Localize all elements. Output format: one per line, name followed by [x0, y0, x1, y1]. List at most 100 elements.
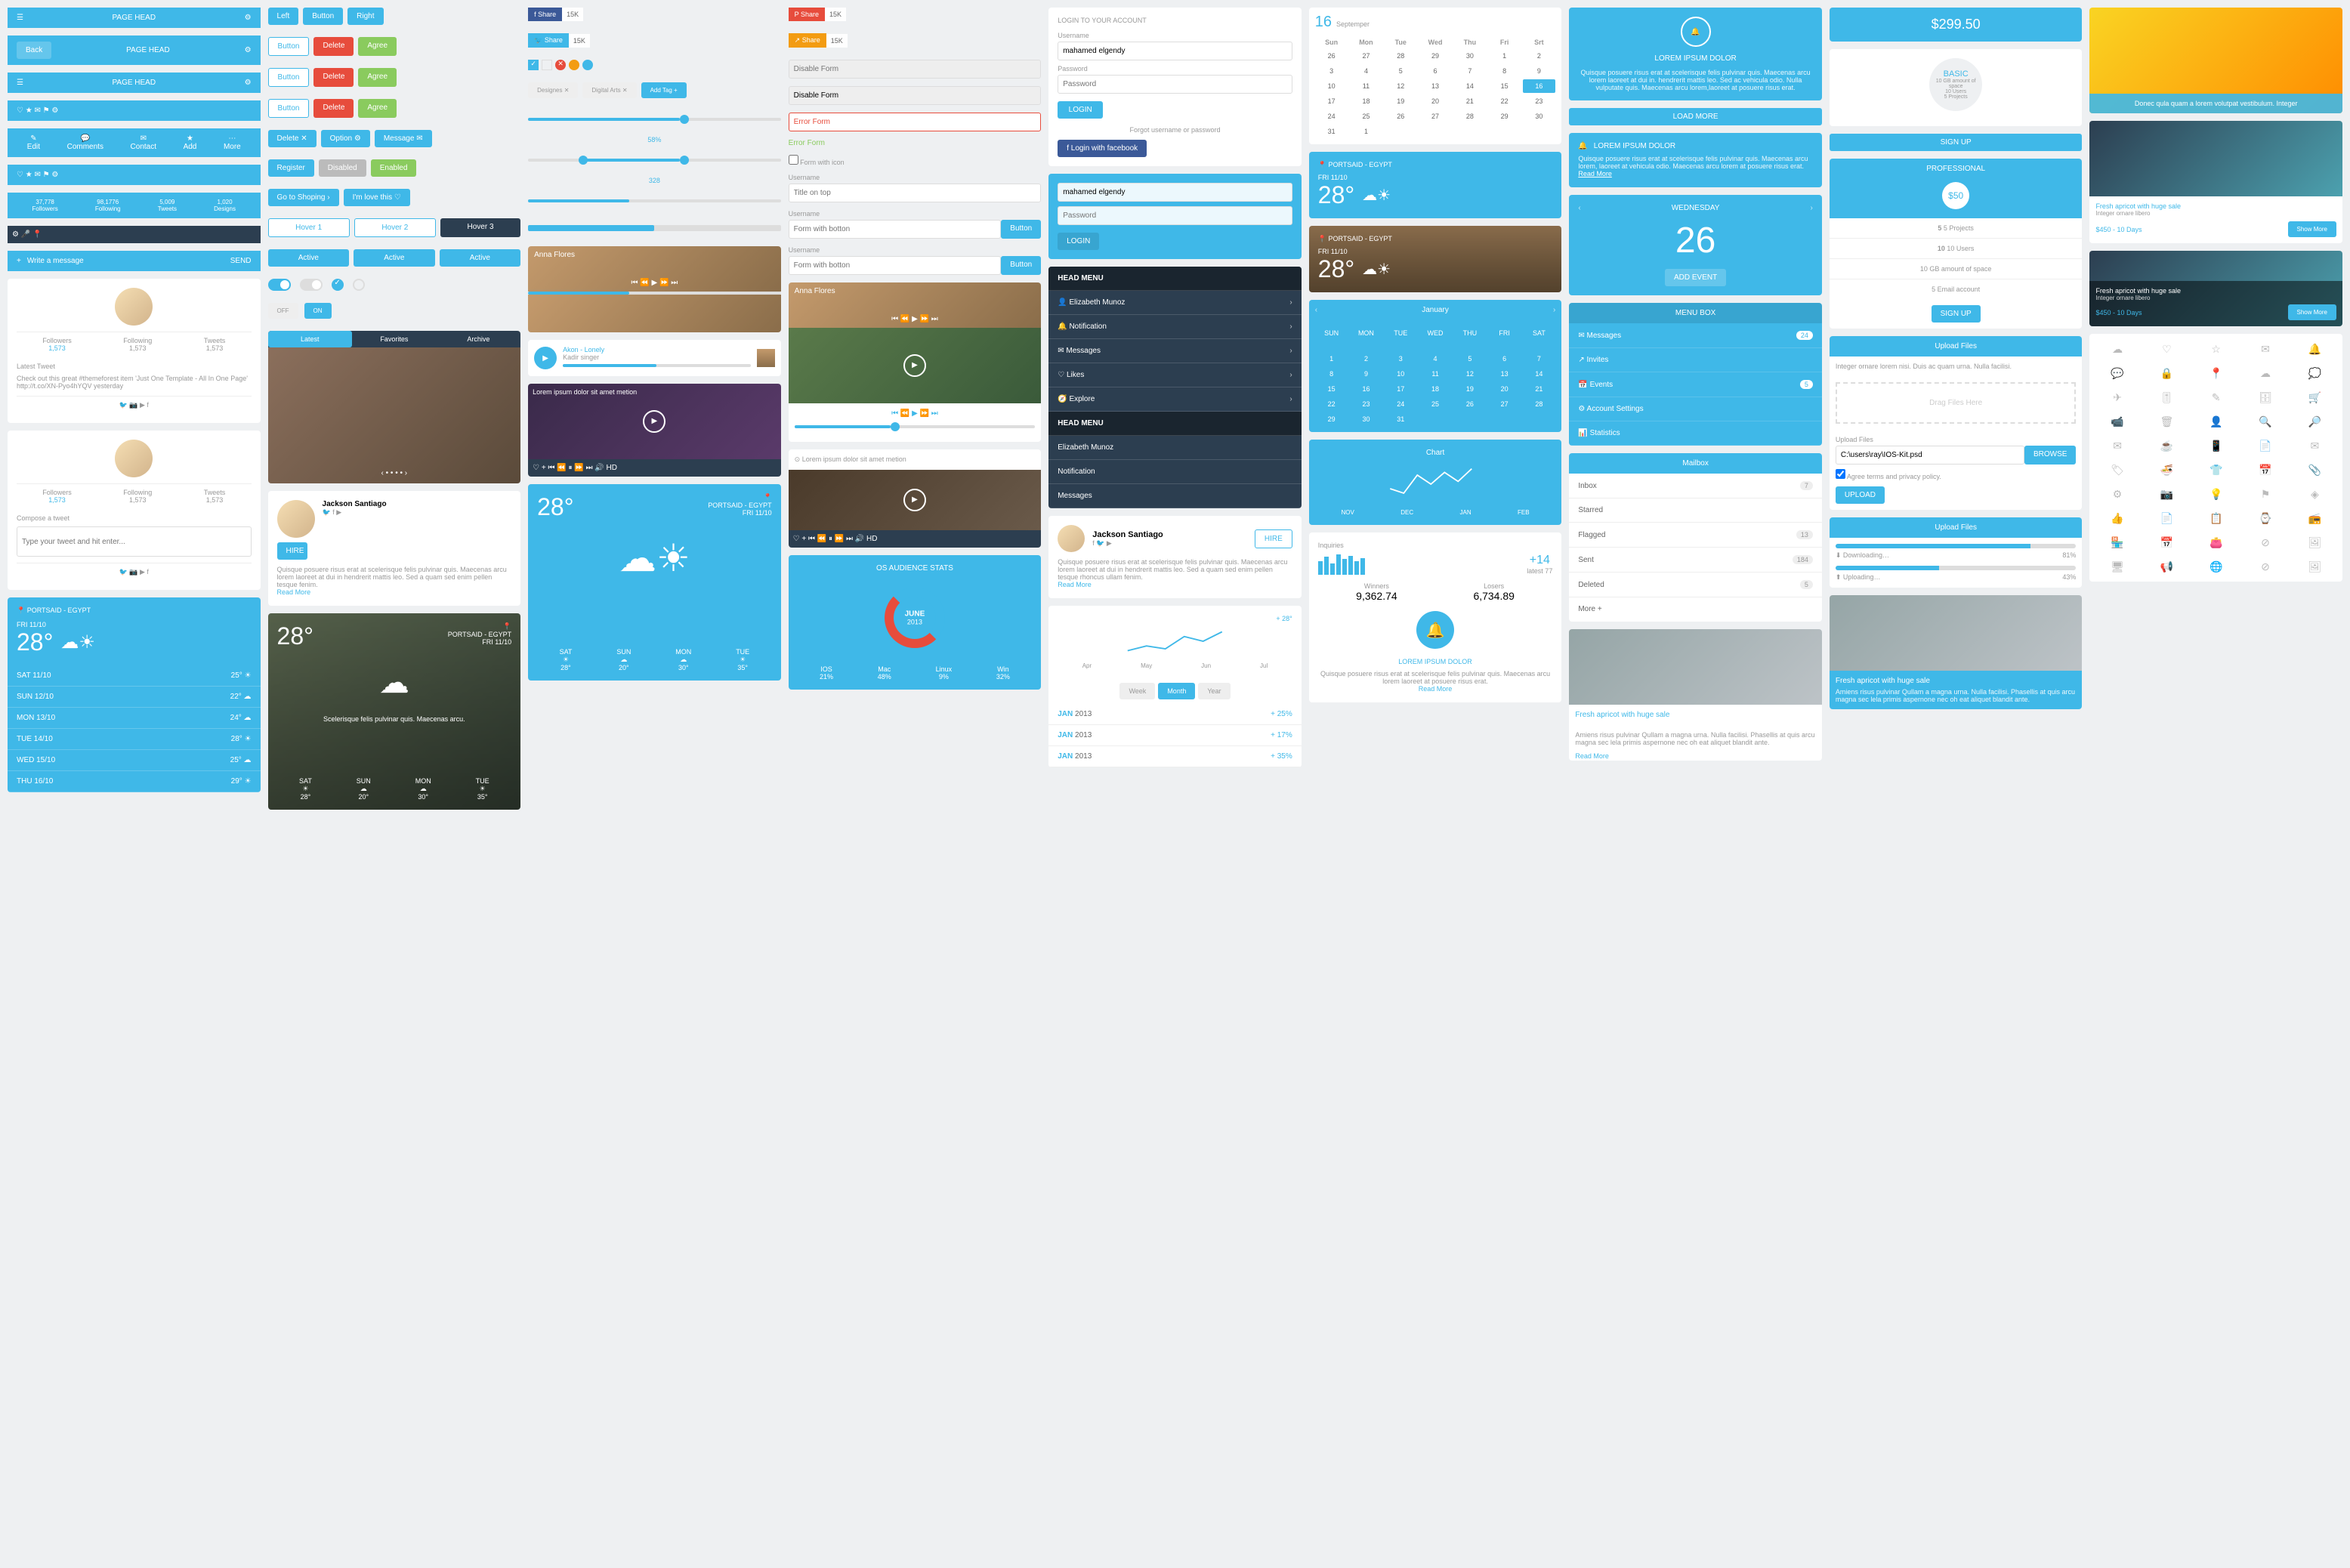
cal-day[interactable]: 18	[1350, 94, 1383, 108]
right-button[interactable]: Right	[347, 8, 383, 25]
hover-3[interactable]: Hover 3	[440, 218, 520, 237]
menu-item[interactable]: Elizabeth Munoz	[1048, 436, 1302, 460]
icon-bar-2[interactable]: ✎Edit 💬Comments ✉Contact ★Add ⋯More	[8, 128, 261, 157]
load-more-button[interactable]: LOAD MORE	[1569, 108, 1822, 125]
title-input[interactable]	[789, 184, 1042, 202]
cal-day[interactable]: 3	[1384, 352, 1417, 366]
edit-icon[interactable]: ✎Edit	[27, 134, 40, 151]
cal-day[interactable]: 3	[1315, 64, 1348, 78]
mail-deleted[interactable]: Deleted5	[1569, 573, 1822, 597]
next-day[interactable]: ›	[1811, 204, 1813, 212]
video-controls[interactable]: ♡ + ⏮ ⏪ ⏸ ⏩ ⏭ 🔊 HD	[528, 459, 781, 477]
cal-day[interactable]: 26	[1315, 49, 1348, 63]
close-icon[interactable]: ✕	[555, 60, 566, 70]
tab-month[interactable]: Month	[1158, 683, 1195, 699]
show-more-button[interactable]: Show More	[2288, 304, 2336, 320]
cal-day[interactable]: 1	[1488, 49, 1521, 63]
on-toggle[interactable]: ON	[304, 303, 332, 319]
slider-3[interactable]	[528, 218, 781, 239]
contact-icon[interactable]: ✉Contact	[131, 134, 156, 151]
prev-day[interactable]: ‹	[1578, 204, 1580, 212]
menu-item[interactable]: 🔔 Notification›	[1048, 315, 1302, 339]
cal-day[interactable]: 29	[1488, 110, 1521, 123]
cal-day[interactable]: 13	[1419, 79, 1452, 93]
menu-item[interactable]: ✉ Messages›	[1048, 339, 1302, 363]
delete-button[interactable]: Delete ✕	[268, 130, 317, 147]
icon-bar-3[interactable]: ♡ ★ ✉ ⚑ ⚙	[8, 165, 261, 185]
play-icon[interactable]: ▶	[903, 489, 926, 511]
menu-invites[interactable]: ↗ Invites	[1569, 348, 1822, 372]
dot-icon[interactable]	[582, 60, 593, 70]
check-icon[interactable]: ✓	[332, 279, 344, 291]
cal-day[interactable]: 31	[1315, 125, 1348, 138]
read-more[interactable]: Read More	[277, 588, 311, 596]
shop-button[interactable]: Go to Shoping ›	[268, 189, 339, 206]
toggle-off[interactable]	[300, 279, 323, 291]
pin-share[interactable]: P Share15K	[789, 8, 846, 21]
cal-day[interactable]: 20	[1419, 94, 1452, 108]
cal-day[interactable]: 24	[1315, 110, 1348, 123]
slider-2[interactable]	[528, 192, 781, 210]
password-input[interactable]	[1058, 206, 1292, 225]
cal-day[interactable]: 22	[1315, 397, 1348, 411]
cal-day[interactable]: 6	[1488, 352, 1521, 366]
cal-day[interactable]: 23	[1523, 94, 1556, 108]
form-input[interactable]	[789, 220, 1002, 239]
cal-day[interactable]: 30	[1523, 110, 1556, 123]
menu-item[interactable]: ♡ Likes›	[1048, 363, 1302, 387]
username-input[interactable]	[1058, 42, 1292, 60]
cal-day[interactable]: 4	[1419, 352, 1452, 366]
play-icon[interactable]: ▶	[903, 354, 926, 377]
cal-day[interactable]: 12	[1384, 79, 1417, 93]
hire-button[interactable]: HIRE	[277, 542, 307, 560]
slider-1[interactable]	[528, 110, 781, 128]
cal-day[interactable]: 16	[1523, 79, 1556, 93]
hover-2[interactable]: Hover 2	[354, 218, 436, 237]
or-share[interactable]: ↗ Share15K	[789, 33, 848, 48]
form-button[interactable]: Button	[1001, 220, 1041, 239]
cal-day[interactable]: 28	[1453, 110, 1487, 123]
menu-stats[interactable]: 📊 Statistics	[1569, 421, 1822, 446]
agree-button[interactable]: Agree	[358, 37, 397, 56]
cal-day[interactable]: 25	[1419, 397, 1452, 411]
cal-day[interactable]: 27	[1488, 397, 1521, 411]
menu-item[interactable]: 👤 Elizabeth Munoz›	[1048, 291, 1302, 315]
dark-icon-bar[interactable]: ⚙ 🎤 📍	[8, 226, 261, 243]
menu-item[interactable]: 🧭 Explore›	[1048, 387, 1302, 412]
cal-day[interactable]: 24	[1384, 397, 1417, 411]
cal-day[interactable]: 14	[1453, 79, 1487, 93]
tab-week[interactable]: Week	[1119, 683, 1155, 699]
signup-button[interactable]: SIGN UP	[1830, 134, 2083, 151]
cal-day[interactable]: 27	[1419, 110, 1452, 123]
checkbox[interactable]	[789, 155, 798, 165]
hire-button[interactable]: HIRE	[1255, 529, 1292, 548]
enabled-button[interactable]: Enabled	[371, 159, 417, 177]
error-input[interactable]	[789, 113, 1042, 131]
add-tag[interactable]: Add Tag +	[641, 82, 687, 98]
cal-day[interactable]: 21	[1523, 382, 1556, 396]
login-button[interactable]: LOGIN	[1058, 233, 1099, 250]
agree-checkbox[interactable]	[1836, 469, 1845, 479]
cal-day[interactable]: 30	[1350, 412, 1383, 426]
cal-day[interactable]: 2	[1523, 49, 1556, 63]
left-button[interactable]: Left	[268, 8, 299, 25]
cal-day[interactable]: 16	[1350, 382, 1383, 396]
button[interactable]: Button	[268, 37, 310, 56]
cal-day[interactable]: 27	[1350, 49, 1383, 63]
forgot-link[interactable]: Forgot username or password	[1058, 126, 1292, 134]
cal-day[interactable]: 15	[1315, 382, 1348, 396]
file-path-input[interactable]	[1836, 446, 2024, 465]
cal-day[interactable]: 28	[1523, 397, 1556, 411]
mail-starred[interactable]: Starred	[1569, 498, 1822, 523]
cal-day[interactable]: 11	[1419, 367, 1452, 381]
cal-day[interactable]: 18	[1419, 382, 1452, 396]
read-more[interactable]: Read More	[1419, 685, 1453, 693]
password-input[interactable]	[1058, 75, 1292, 94]
browse-button[interactable]: BROWSE	[2024, 446, 2076, 465]
cal-day[interactable]: 20	[1488, 382, 1521, 396]
cal-day[interactable]: 8	[1315, 367, 1348, 381]
video-controls[interactable]: ♡ + ⏮ ⏪ ⏸ ⏩ ⏭ 🔊 HD	[789, 530, 1042, 548]
mail-more[interactable]: More +	[1569, 597, 1822, 622]
menu-settings[interactable]: ⚙ Account Settings	[1569, 397, 1822, 421]
icon-bar-1[interactable]: ♡ ★ ✉ ⚑ ⚙	[8, 100, 261, 121]
